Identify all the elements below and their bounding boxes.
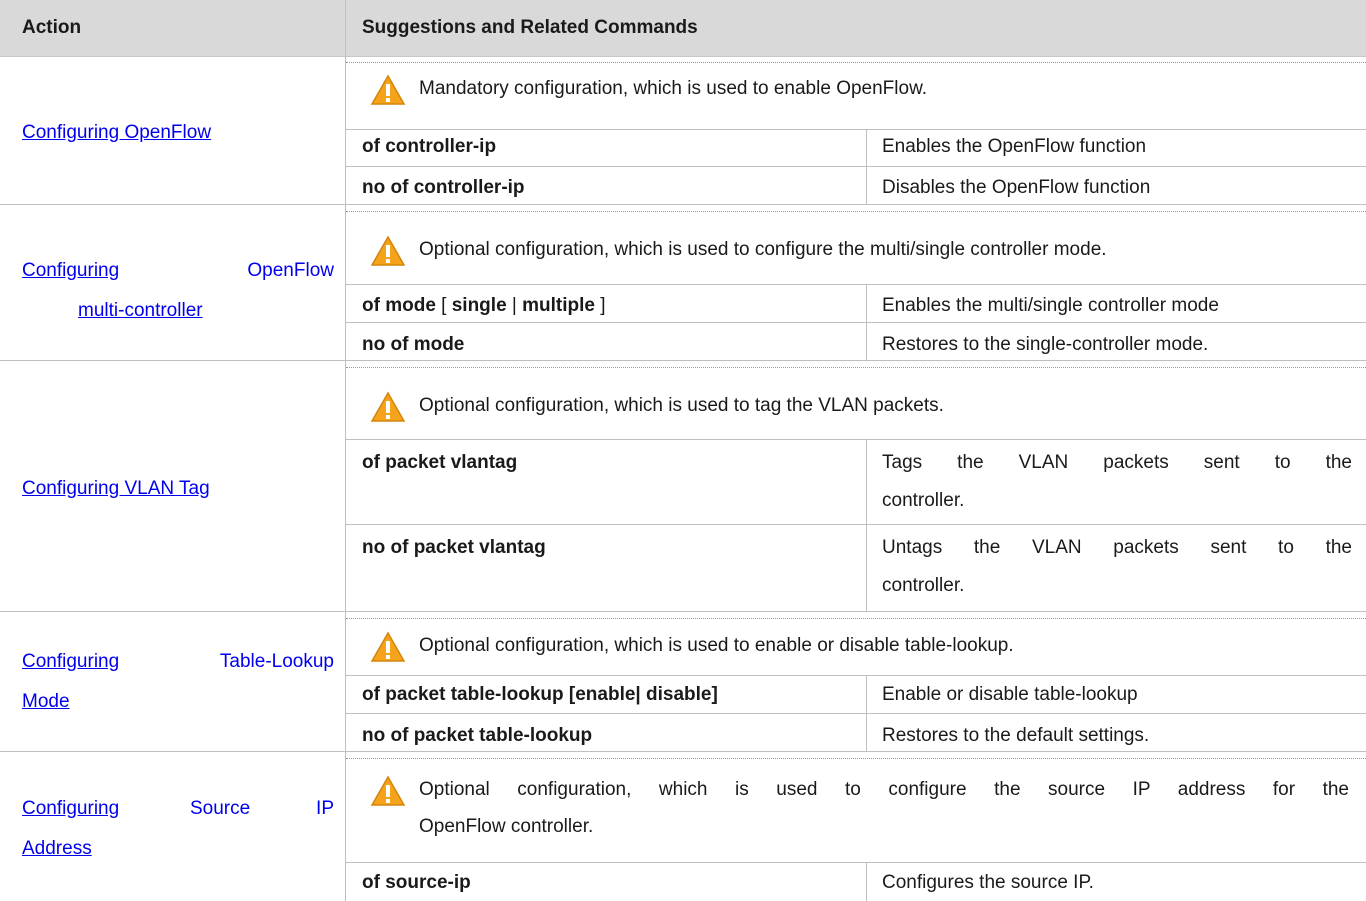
row-divider [0, 751, 1366, 752]
cmd-bracket: [ [435, 295, 452, 316]
warning-icon [370, 74, 406, 105]
cmd-divider [346, 675, 1366, 676]
action-link-configuring-table-lookup[interactable]: Configuring Table-Lookup [22, 651, 334, 673]
command-description: Enables the OpenFlow function [882, 136, 1147, 157]
action-link-configuring-vlan-tag[interactable]: Configuring VLAN Tag [22, 478, 210, 500]
cmd-col-divider [866, 439, 867, 611]
column-divider [345, 56, 346, 901]
command: of controller-ip [362, 136, 497, 157]
command-description: Restores to the default settings. [882, 725, 1150, 746]
cmd-divider [346, 166, 1366, 167]
note-text: Optional configuration, which is used to… [419, 635, 1014, 656]
link-word: IP [316, 798, 334, 819]
cmd-divider [346, 524, 1366, 525]
row-divider [0, 611, 1366, 612]
link-word: Configuring [22, 651, 120, 672]
command: no of packet table-lookup [362, 725, 593, 746]
note-divider [346, 618, 1366, 619]
note-text: Optional configuration, which is used to… [419, 779, 1349, 800]
command-description-cont: controller. [882, 490, 965, 511]
command-description: Disables the OpenFlow function [882, 177, 1151, 198]
command: of packet table-lookup [enable| disable] [362, 684, 718, 705]
warning-icon [370, 391, 406, 422]
cmd-bracket: ] [594, 295, 606, 316]
cmd-divider [346, 284, 1366, 285]
cmd-col-divider [866, 862, 867, 901]
cmd-divider [346, 322, 1366, 323]
link-word: Configuring [22, 260, 120, 281]
table-header: Action Suggestions and Related Commands [0, 0, 1366, 57]
link-word: Table-Lookup [219, 651, 334, 672]
action-link-mode[interactable]: Mode [22, 691, 70, 713]
cmd-divider [346, 129, 1366, 130]
link-word: OpenFlow [247, 260, 334, 281]
warning-icon [370, 235, 406, 266]
command-description: Configures the source IP. [882, 872, 1094, 893]
command-description-cont: controller. [882, 575, 965, 596]
note-divider [346, 367, 1366, 368]
cmd-separator: | [506, 295, 523, 316]
warning-icon [370, 631, 406, 662]
cmd-divider [346, 862, 1366, 863]
link-word: Configuring [22, 798, 120, 819]
cmd-keyword: multiple [522, 295, 595, 316]
note-text-cont: OpenFlow controller. [419, 816, 594, 837]
action-link-configuring-source-ip[interactable]: Configuring Source IP [22, 798, 334, 820]
command-description: Untags the VLAN packets sent to the [882, 537, 1352, 558]
header-action: Action [22, 17, 82, 38]
command: no of controller-ip [362, 177, 525, 198]
header-suggestions: Suggestions and Related Commands [362, 17, 698, 38]
command: no of packet vlantag [362, 537, 546, 558]
link-word: Source [190, 798, 251, 819]
row-divider [0, 360, 1366, 361]
command-description: Restores to the single-controller mode. [882, 334, 1209, 355]
note-text: Optional configuration, which is used to… [419, 395, 944, 416]
command: no of mode [362, 334, 465, 355]
action-link-address[interactable]: Address [22, 838, 92, 860]
command: of source-ip [362, 872, 471, 893]
note-divider [346, 758, 1366, 759]
cmd-keyword: of mode [362, 295, 436, 316]
note-text: Mandatory configuration, which is used t… [419, 78, 928, 99]
note-text: Optional configuration, which is used to… [419, 239, 1107, 260]
command: of mode [ single | multiple ] [362, 295, 606, 317]
cmd-divider [346, 713, 1366, 714]
command-description: Enable or disable table-lookup [882, 684, 1138, 705]
cmd-keyword: single [451, 295, 507, 316]
action-link-configuring-openflow-multi-controller[interactable]: Configuring OpenFlow [22, 260, 334, 282]
command-description: Enables the multi/single controller mode [882, 295, 1219, 316]
cmd-divider [346, 439, 1366, 440]
action-link-multi-controller[interactable]: multi-controller [78, 300, 203, 322]
action-link-configuring-openflow[interactable]: Configuring OpenFlow [22, 122, 211, 144]
row-divider [0, 204, 1366, 205]
warning-icon [370, 775, 406, 806]
command: of packet vlantag [362, 452, 518, 473]
note-divider [346, 211, 1366, 212]
header-divider [345, 0, 346, 56]
note-divider [346, 62, 1366, 63]
command-description: Tags the VLAN packets sent to the [882, 452, 1352, 473]
